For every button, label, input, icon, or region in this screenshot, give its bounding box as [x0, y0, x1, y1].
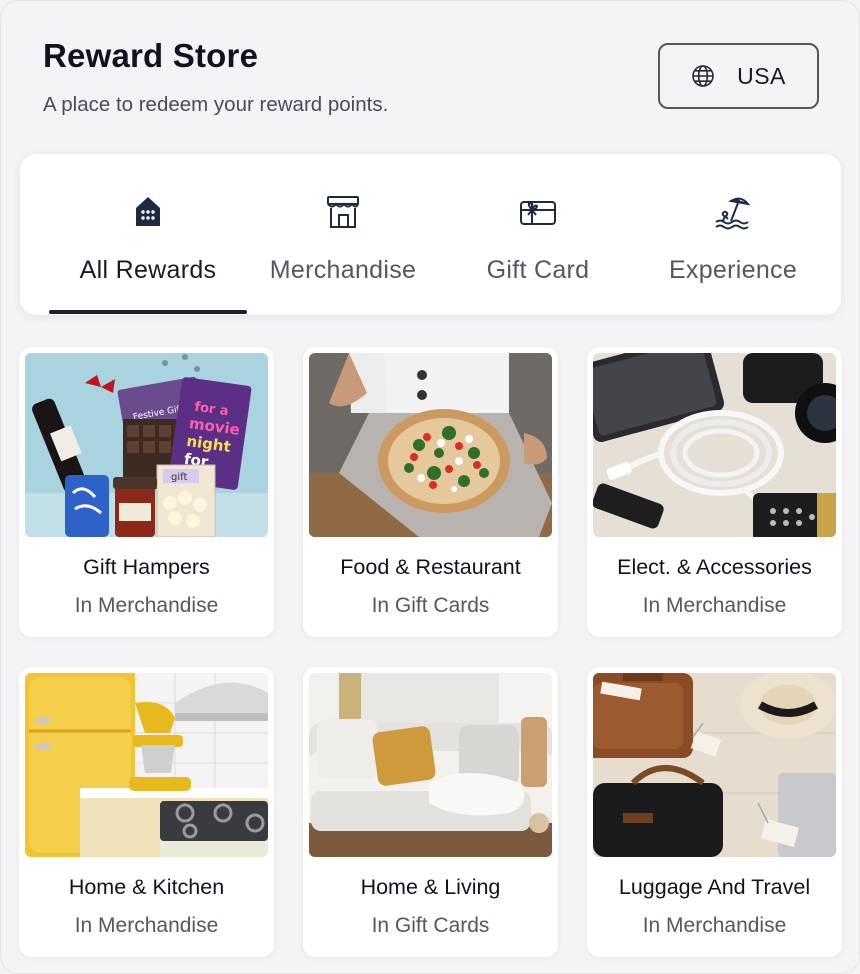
card-title: Elect. & Accessories — [617, 555, 812, 579]
tab-label: Experience — [668, 256, 798, 284]
tab-all-rewards[interactable]: All Rewards — [49, 154, 247, 315]
tab-label: All Rewards — [79, 256, 217, 284]
reward-card-electronics-accessories[interactable]: Elect. & Accessories In Merchandise — [587, 347, 842, 637]
reward-card-home-living[interactable]: Home & Living In Gift Cards — [303, 667, 558, 957]
category-tabs: All Rewards Merchandise Gift Card Experi… — [20, 154, 841, 315]
tab-experience[interactable]: Experience — [634, 154, 832, 315]
country-selector-button[interactable]: USA — [658, 43, 819, 109]
luggage-travel-image — [593, 673, 836, 857]
storefront-icon — [327, 196, 359, 228]
card-title: Food & Restaurant — [340, 555, 521, 579]
reward-card-gift-hampers[interactable]: Festive Gifting for a movie night for gi… — [19, 347, 274, 637]
globe-icon — [692, 65, 714, 87]
electronics-accessories-image — [593, 353, 836, 537]
card-category: In Gift Cards — [371, 914, 490, 937]
active-tab-indicator — [49, 310, 247, 314]
tab-gift-card[interactable]: Gift Card — [439, 154, 637, 315]
food-restaurant-image — [309, 353, 552, 537]
card-category: In Merchandise — [74, 594, 219, 617]
card-category: In Gift Cards — [371, 594, 490, 617]
card-title: Gift Hampers — [83, 555, 210, 579]
card-title: Home & Kitchen — [68, 875, 225, 899]
reward-card-luggage-travel[interactable]: Luggage And Travel In Merchandise — [587, 667, 842, 957]
card-category: In Merchandise — [74, 914, 219, 937]
reward-store-page: Reward Store A place to redeem your rewa… — [0, 0, 860, 974]
reward-card-food-restaurant[interactable]: Food & Restaurant In Gift Cards — [303, 347, 558, 637]
gift-tag-label: gift — [171, 472, 187, 483]
reward-card-home-kitchen[interactable]: Home & Kitchen In Merchandise — [19, 667, 274, 957]
store-grid-icon — [136, 197, 160, 226]
page-title: Reward Store — [43, 37, 259, 74]
gift-hampers-image: Festive Gifting for a movie night for gi… — [25, 353, 268, 537]
tab-label: Gift Card — [486, 256, 590, 284]
home-kitchen-image — [25, 673, 268, 857]
gift-card-icon — [520, 201, 556, 225]
card-title: Luggage And Travel — [618, 875, 811, 899]
page-subtitle: A place to redeem your reward points. — [43, 93, 389, 116]
tab-merchandise[interactable]: Merchandise — [244, 154, 442, 315]
card-title: Home & Living — [360, 875, 501, 899]
card-category: In Merchandise — [642, 594, 787, 617]
tab-label: Merchandise — [269, 256, 417, 284]
home-living-image — [309, 673, 552, 857]
beach-umbrella-icon — [715, 197, 751, 230]
card-category: In Merchandise — [642, 914, 787, 937]
country-label: USA — [737, 62, 786, 89]
